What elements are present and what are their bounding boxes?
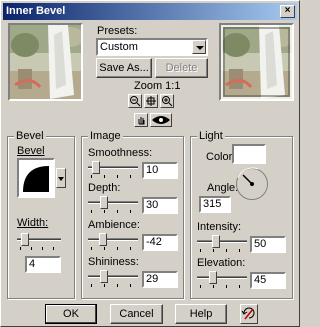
light-group-title: Light (197, 130, 225, 142)
light-color-fill (234, 146, 264, 162)
ambience-slider[interactable] (88, 233, 138, 250)
close-icon: × (284, 5, 291, 16)
bevel-shape-dropdown[interactable] (56, 168, 66, 188)
depth-slider[interactable] (88, 196, 138, 213)
zoom-in-icon[interactable] (160, 94, 174, 108)
before-preview-image (10, 25, 81, 99)
smoothness-slider-thumb[interactable] (92, 161, 100, 174)
elevation-field[interactable]: 45 (250, 272, 286, 289)
bevel-label: Bevel (17, 145, 45, 157)
angle-label: Angle: (207, 182, 239, 194)
width-field[interactable]: 4 (25, 256, 61, 273)
presets-selected-value: Custom (100, 41, 138, 53)
angle-dial[interactable] (235, 167, 269, 201)
after-preview-image (221, 25, 292, 99)
hand-icon[interactable] (134, 113, 148, 127)
depth-slider-thumb[interactable] (100, 196, 108, 209)
after-preview[interactable] (219, 23, 294, 101)
shininess-field[interactable]: 29 (142, 271, 178, 288)
width-label: Width: (17, 217, 49, 229)
presets-label: Presets: (97, 25, 138, 37)
shininess-slider-thumb[interactable] (100, 270, 108, 283)
eye-icon[interactable] (150, 113, 172, 127)
inner-bevel-dialog: Inner Bevel × Presets: Custom Save As...… (0, 0, 300, 327)
close-button[interactable]: × (280, 5, 295, 18)
save-as-button[interactable]: Save As... (96, 58, 152, 78)
help-button[interactable]: Help (175, 304, 227, 324)
intensity-field[interactable]: 50 (250, 236, 286, 253)
width-slider-thumb[interactable] (21, 233, 29, 246)
angle-field[interactable]: 315 (199, 196, 231, 213)
smoothness-slider[interactable] (88, 161, 138, 178)
zoom-out-icon[interactable] (128, 94, 142, 108)
elevation-label: Elevation: (197, 257, 246, 269)
color-label: Color: (206, 151, 236, 163)
window-title: Inner Bevel (6, 5, 66, 17)
light-color-swatch[interactable] (232, 144, 266, 164)
smoothness-field[interactable]: 10 (142, 162, 178, 179)
ambience-label: Ambience: (88, 219, 140, 231)
width-slider[interactable] (17, 233, 61, 250)
cancel-button[interactable]: Cancel (110, 304, 163, 324)
intensity-slider-thumb[interactable] (212, 235, 220, 248)
chevron-down-icon[interactable] (192, 40, 206, 54)
depth-label: Depth: (88, 182, 121, 194)
delete-button[interactable]: Delete (155, 58, 208, 78)
reset-icon[interactable] (240, 304, 258, 324)
title-bar[interactable]: Inner Bevel × (3, 3, 297, 20)
image-group-title: Image (88, 130, 123, 142)
zoom-label: Zoom 1:1 (134, 80, 181, 92)
before-preview[interactable] (8, 23, 83, 101)
bevel-group-title: Bevel (14, 130, 46, 142)
zoom-fit-icon[interactable] (144, 94, 158, 108)
depth-field[interactable]: 30 (142, 197, 178, 214)
smoothness-label: Smoothness: (88, 147, 153, 159)
presets-select[interactable]: Custom (96, 38, 208, 56)
shininess-slider[interactable] (88, 270, 138, 287)
elevation-slider-thumb[interactable] (209, 271, 217, 284)
shininess-label: Shininess: (88, 256, 139, 268)
ambience-slider-thumb[interactable] (99, 233, 107, 246)
elevation-slider[interactable] (197, 271, 247, 288)
intensity-slider[interactable] (197, 235, 247, 252)
intensity-label: Intensity: (197, 221, 242, 233)
bevel-shape-preview[interactable] (17, 158, 55, 198)
ok-button[interactable]: OK (45, 304, 97, 324)
ambience-field[interactable]: -42 (142, 234, 178, 251)
